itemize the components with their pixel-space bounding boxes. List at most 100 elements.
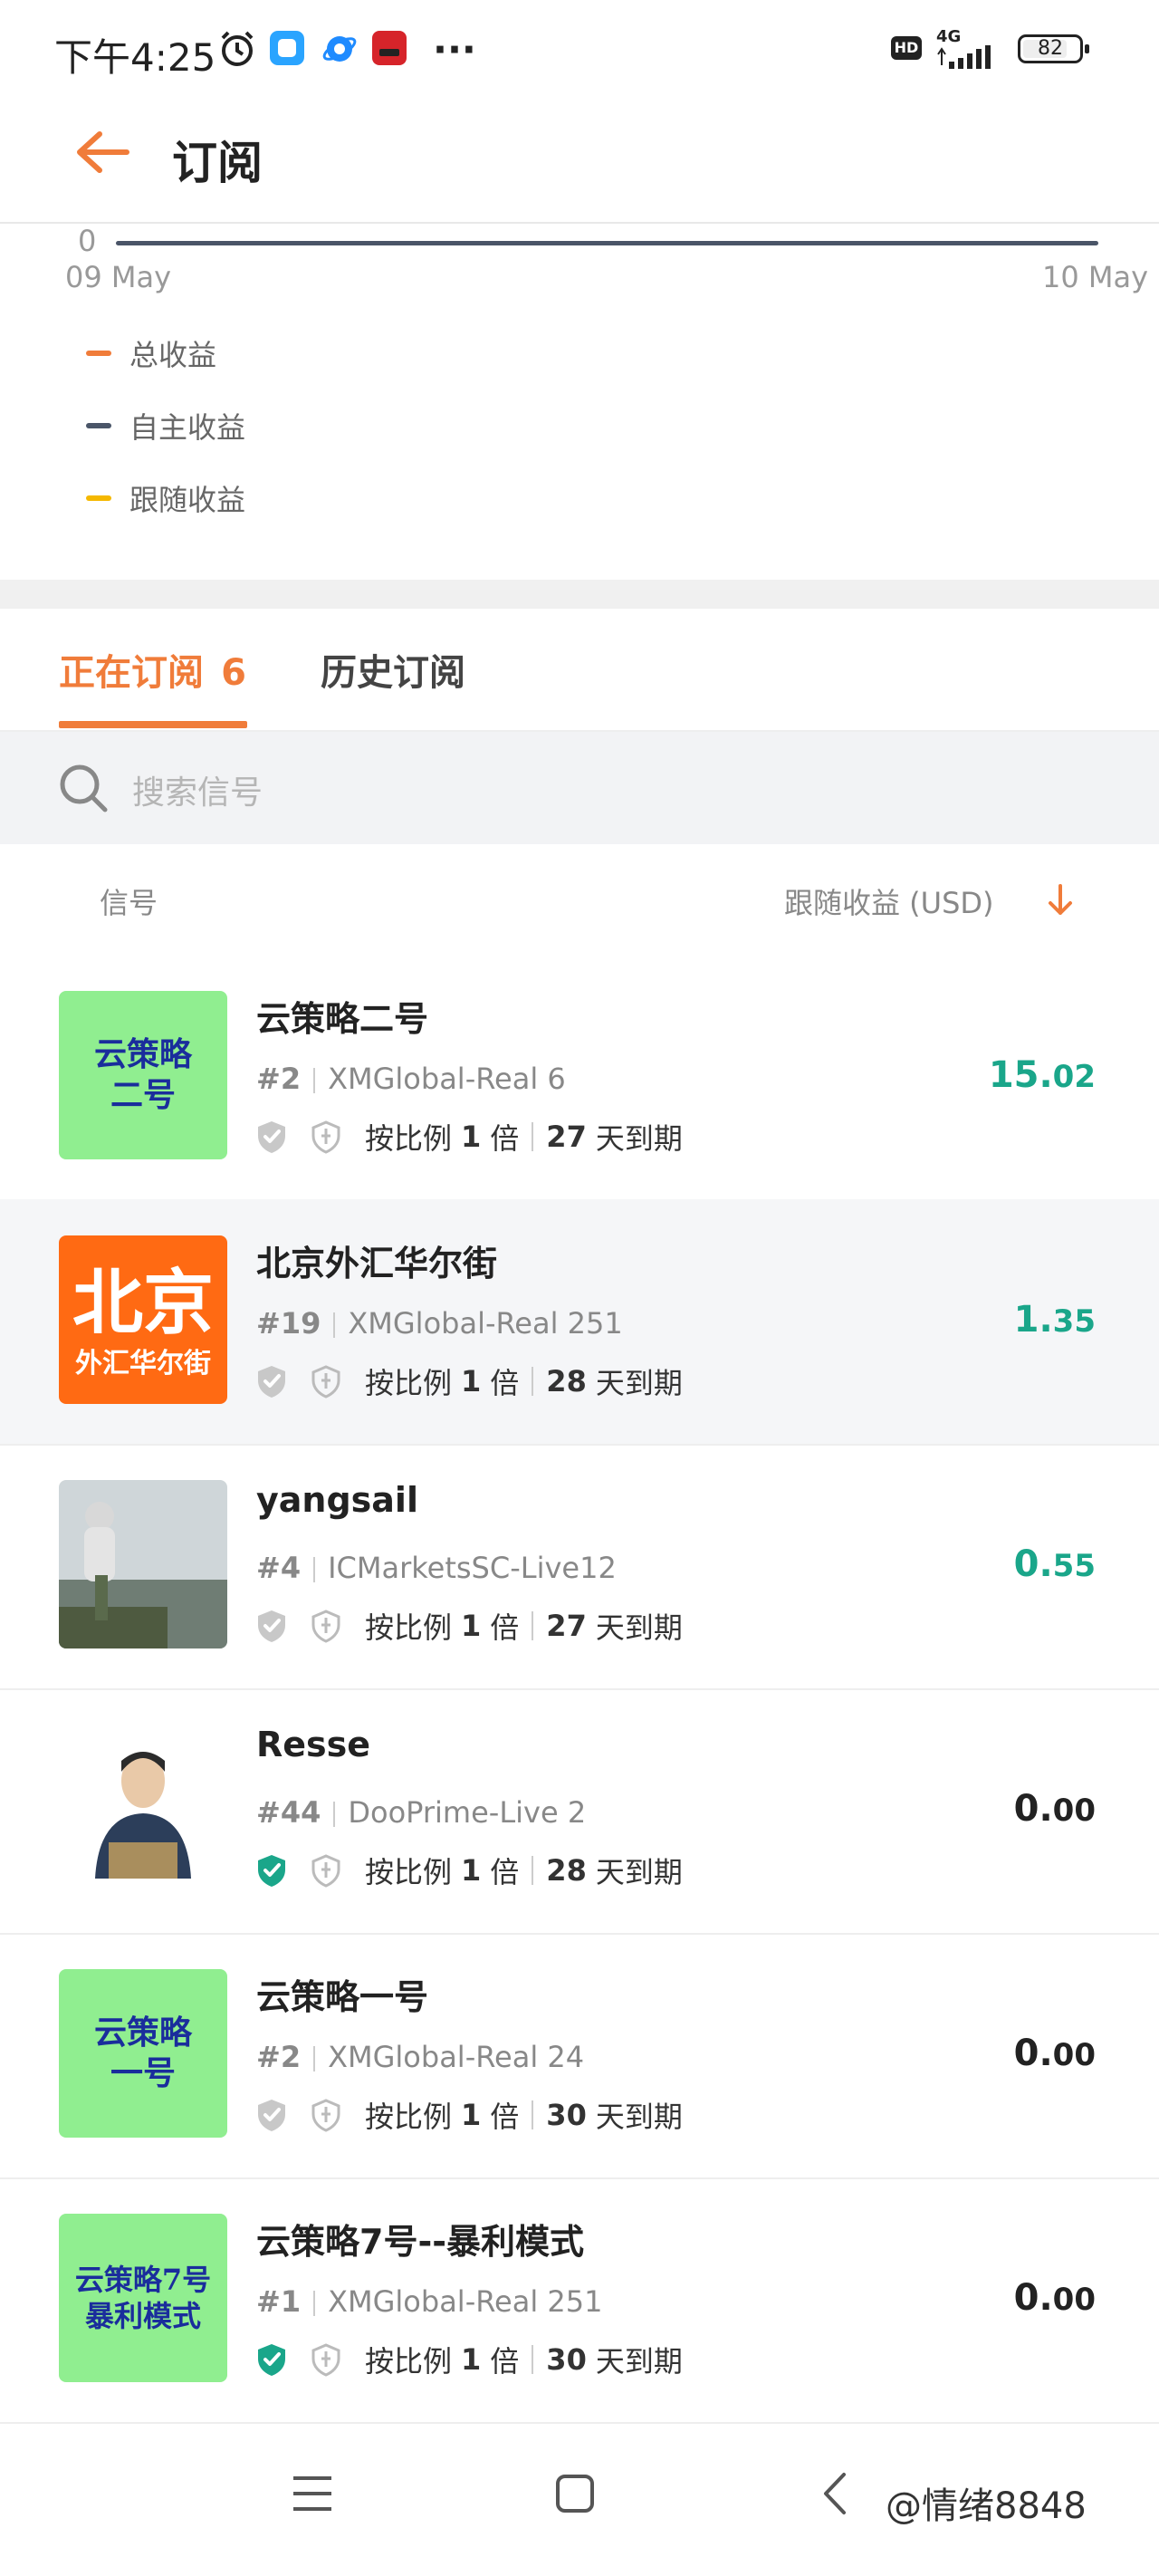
signal-avatar: 云策略 一号 [59, 1969, 227, 2138]
avatar-text-line: 外汇华尔街 [75, 1348, 211, 1379]
x-axis-end-label: 10 May [1041, 260, 1148, 294]
home-icon[interactable] [554, 2473, 596, 2514]
days-unit: 天到期 [595, 1610, 683, 1645]
follow-profit-value: 0.55 [1014, 1543, 1096, 1585]
back-arrow-icon[interactable] [74, 129, 130, 176]
follow-mode: 按比例 [365, 1610, 453, 1645]
follow-mode: 按比例 [365, 2100, 453, 2134]
signal-account: XMGlobal-Real 251 [348, 1306, 623, 1341]
meta-separator [313, 1068, 316, 1093]
follow-profit-value: 0.00 [1014, 2033, 1096, 2074]
follow-profit-value: 0.00 [1014, 1788, 1096, 1830]
avatar-text-line: 二号 [110, 1076, 176, 1114]
profit-chart: 0 09 May 10 May 总收益 自主收益 跟随收益 [0, 224, 1159, 580]
profit-integer: 1. [1013, 1299, 1053, 1341]
multiplier-unit: 倍 [490, 1610, 520, 1645]
tab-active-subscriptions[interactable]: 正在订阅 6 [59, 643, 246, 696]
meta-separator [333, 1802, 336, 1827]
profit-integer: 15. [988, 1054, 1053, 1096]
protection-shield-icon [311, 1854, 340, 1888]
watermark: @情绪8848 [886, 2485, 1087, 2527]
tmall-notification-icon [372, 31, 407, 65]
legend-label-follow: 跟随收益 [129, 483, 246, 517]
tags-separator [532, 2100, 534, 2129]
signal-account: XMGlobal-Real 6 [328, 1062, 566, 1096]
days-unit: 天到期 [595, 2344, 683, 2379]
protection-shield-icon [311, 1610, 340, 1643]
days-remaining: 28 [546, 1853, 587, 1888]
tab-active-indicator [59, 721, 247, 728]
avatar-text-line: 云策略 [93, 2014, 192, 2052]
page-title: 订阅 [172, 137, 263, 189]
meta-separator [313, 1557, 316, 1582]
back-icon[interactable] [820, 2471, 848, 2516]
signal-name: 北京外汇华尔街 [256, 1244, 498, 1283]
protection-shield-icon [311, 2099, 340, 2132]
signal-account: DooPrime-Live 2 [348, 1795, 587, 1830]
follow-multiplier: 1 [461, 2342, 482, 2377]
search-input[interactable]: 搜索信号 [132, 766, 263, 813]
signal-row[interactable]: yangsail #4 ICMarketsSC-Live12 按比例 1 倍 27… [0, 1444, 1159, 1690]
profit-decimal: 02 [1052, 1059, 1096, 1095]
tags-separator [532, 2345, 534, 2374]
signal-tags: 按比例 1 倍 30 天到期 [256, 2339, 683, 2380]
column-follow-profit[interactable]: 跟随收益 (USD) [784, 880, 994, 922]
signal-name: 云策略二号 [256, 999, 429, 1039]
signal-row[interactable]: 云策略 二号 云策略二号 #2 XMGlobal-Real 6 按比例 1 倍 27… [0, 955, 1159, 1201]
signal-row[interactable]: 北京 外汇华尔街 北京外汇华尔街 #19 XMGlobal-Real 251 按比例… [0, 1199, 1159, 1446]
multiplier-unit: 倍 [490, 2100, 520, 2134]
section-divider [0, 580, 1159, 609]
days-unit: 天到期 [595, 1121, 683, 1156]
signal-rank: #19 [256, 1306, 321, 1341]
avatar-text-line: 云策略7号 [74, 2263, 212, 2297]
header: 订阅 [0, 100, 1159, 224]
protection-shield-icon [311, 2343, 340, 2377]
signal-account: XMGlobal-Real 24 [328, 2040, 585, 2074]
browser-notification-icon [322, 36, 357, 62]
signal-name: yangsail [256, 1480, 418, 1520]
signal-avatar: 云策略7号 暴利模式 [59, 2214, 227, 2382]
tab-history-subscriptions[interactable]: 历史订阅 [321, 643, 465, 696]
signal-tags: 按比例 1 倍 28 天到期 [256, 1360, 683, 1402]
signal-row[interactable]: Resse #44 DooPrime-Live 2 按比例 1 倍 28 天到期 … [0, 1688, 1159, 1935]
verified-shield-icon [258, 1121, 285, 1153]
hd-badge: HD [891, 36, 922, 60]
days-unit: 天到期 [595, 1366, 683, 1400]
menu-icon[interactable] [292, 2475, 333, 2513]
avatar-text-line: 云策略 [93, 1035, 192, 1073]
multiplier-unit: 倍 [490, 2344, 520, 2379]
signal-rank: #2 [256, 2040, 302, 2074]
avatar-text-line: 暴利模式 [84, 2299, 201, 2333]
signal-meta: #4 ICMarketsSC-Live12 [256, 1551, 617, 1585]
verified-shield-icon [258, 1610, 285, 1642]
legend-swatch-total [86, 351, 111, 356]
profit-decimal: 35 [1052, 1303, 1096, 1340]
days-unit: 天到期 [595, 1855, 683, 1889]
follow-multiplier: 1 [461, 1853, 482, 1888]
signal-row[interactable]: 云策略 一号 云策略一号 #2 XMGlobal-Real 24 按比例 1 倍 3… [0, 1933, 1159, 2179]
multiplier-unit: 倍 [490, 1121, 520, 1156]
signal-meta: #19 XMGlobal-Real 251 [256, 1306, 623, 1341]
tags-separator [532, 1611, 534, 1640]
legend-label-self: 自主收益 [129, 410, 246, 445]
sort-descending-icon[interactable] [1047, 882, 1074, 918]
signal-tags: 按比例 1 倍 27 天到期 [256, 1605, 683, 1647]
signal-row[interactable]: 云策略7号 暴利模式 云策略7号--暴利模式 #1 XMGlobal-Real 25… [0, 2177, 1159, 2424]
protection-shield-icon [311, 1365, 340, 1399]
profit-decimal: 00 [1052, 2037, 1096, 2073]
days-remaining: 30 [546, 2342, 587, 2377]
signal-avatar [59, 1480, 227, 1648]
follow-multiplier: 1 [461, 1120, 482, 1154]
follow-profit-value: 15.02 [989, 1054, 1096, 1096]
status-time: 下午4:25 [54, 35, 216, 80]
legend-swatch-follow [86, 495, 111, 501]
signal-meta: #2 XMGlobal-Real 6 [256, 1062, 566, 1096]
profit-decimal: 55 [1052, 1548, 1096, 1584]
profit-integer: 0. [1013, 1788, 1053, 1830]
follow-mode: 按比例 [365, 1121, 453, 1156]
follow-multiplier: 1 [461, 2098, 482, 2132]
avatar-text-line: 北京 [72, 1261, 214, 1344]
signal-avatar: 云策略 二号 [59, 991, 227, 1159]
search-bar[interactable]: 搜索信号 [0, 732, 1159, 844]
follow-mode: 按比例 [365, 2344, 453, 2379]
